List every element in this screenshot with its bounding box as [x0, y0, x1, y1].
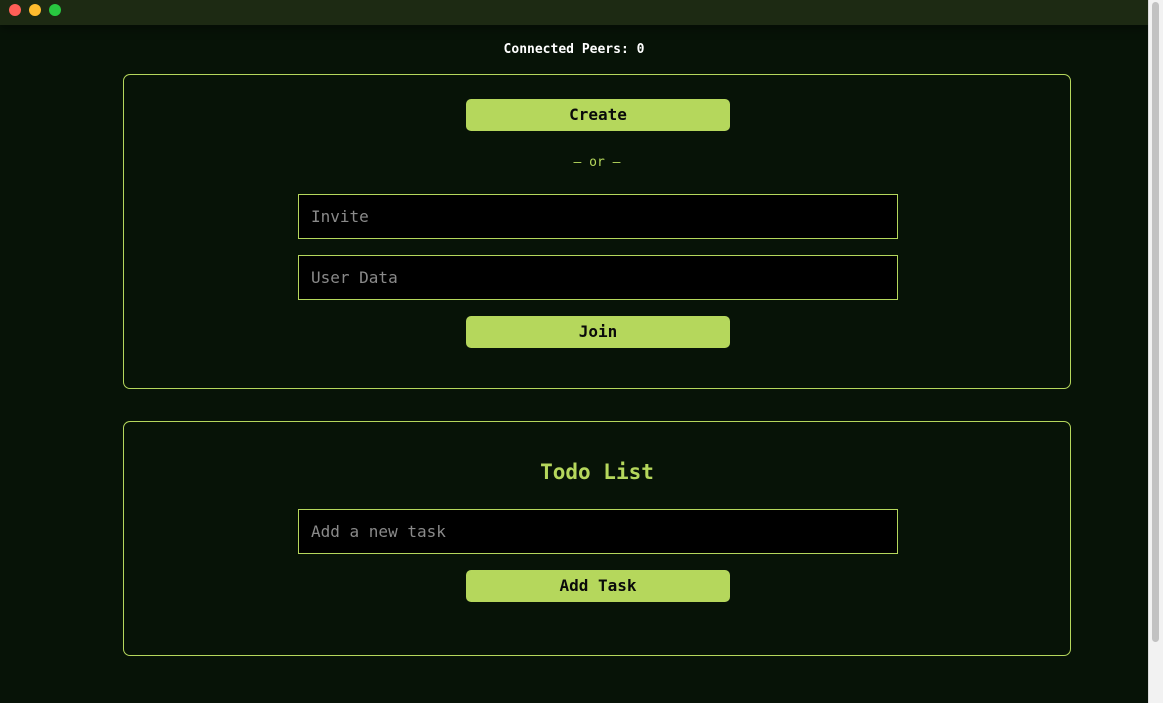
or-separator: — or —	[573, 155, 621, 170]
maximize-window-icon[interactable]	[49, 4, 61, 16]
minimize-window-icon[interactable]	[29, 4, 41, 16]
new-task-input[interactable]	[298, 509, 898, 554]
todo-panel: Todo List Add Task	[123, 421, 1071, 656]
invite-input[interactable]	[298, 194, 898, 239]
join-button[interactable]: Join	[466, 316, 730, 348]
add-task-button[interactable]: Add Task	[466, 570, 730, 602]
close-window-icon[interactable]	[9, 4, 21, 16]
user-data-input[interactable]	[298, 255, 898, 300]
todo-list-title: Todo List	[540, 460, 654, 484]
scrollbar-thumb[interactable]	[1152, 2, 1159, 642]
title-bar	[0, 0, 1148, 25]
app-window: Connected Peers: 0 Create — or — Join To…	[0, 0, 1163, 703]
session-panel: Create — or — Join	[123, 74, 1071, 389]
connected-peers-status: Connected Peers: 0	[503, 42, 645, 57]
create-button[interactable]: Create	[466, 99, 730, 131]
